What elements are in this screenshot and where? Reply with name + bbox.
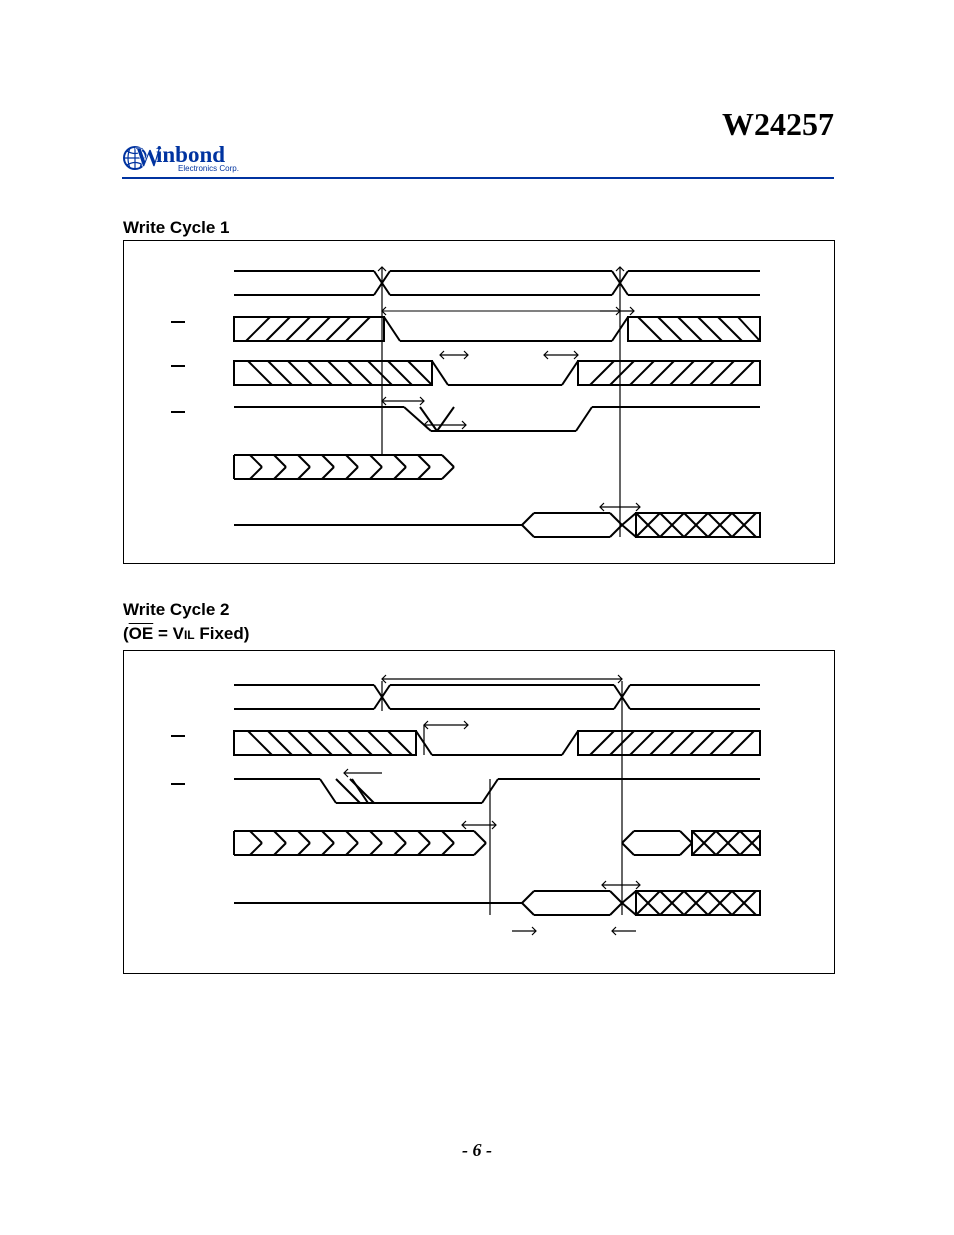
page-number: - 6 -: [0, 1140, 954, 1161]
write-cycle-2-diagram: [123, 650, 835, 974]
section1-title: Write Cycle 1: [123, 218, 229, 238]
company-logo: W inbond Electronics Corp.: [123, 140, 253, 181]
section2-subtitle: (OE = VIL Fixed): [123, 624, 249, 644]
write-cycle-1-diagram: [123, 240, 835, 564]
datasheet-page: W24257 W inbond Electronics Corp. Write …: [0, 0, 954, 1235]
company-subtitle: Electronics Corp.: [178, 164, 239, 173]
section2-title: Write Cycle 2: [123, 600, 229, 620]
header-divider: [122, 177, 834, 179]
part-number: W24257: [722, 106, 834, 143]
